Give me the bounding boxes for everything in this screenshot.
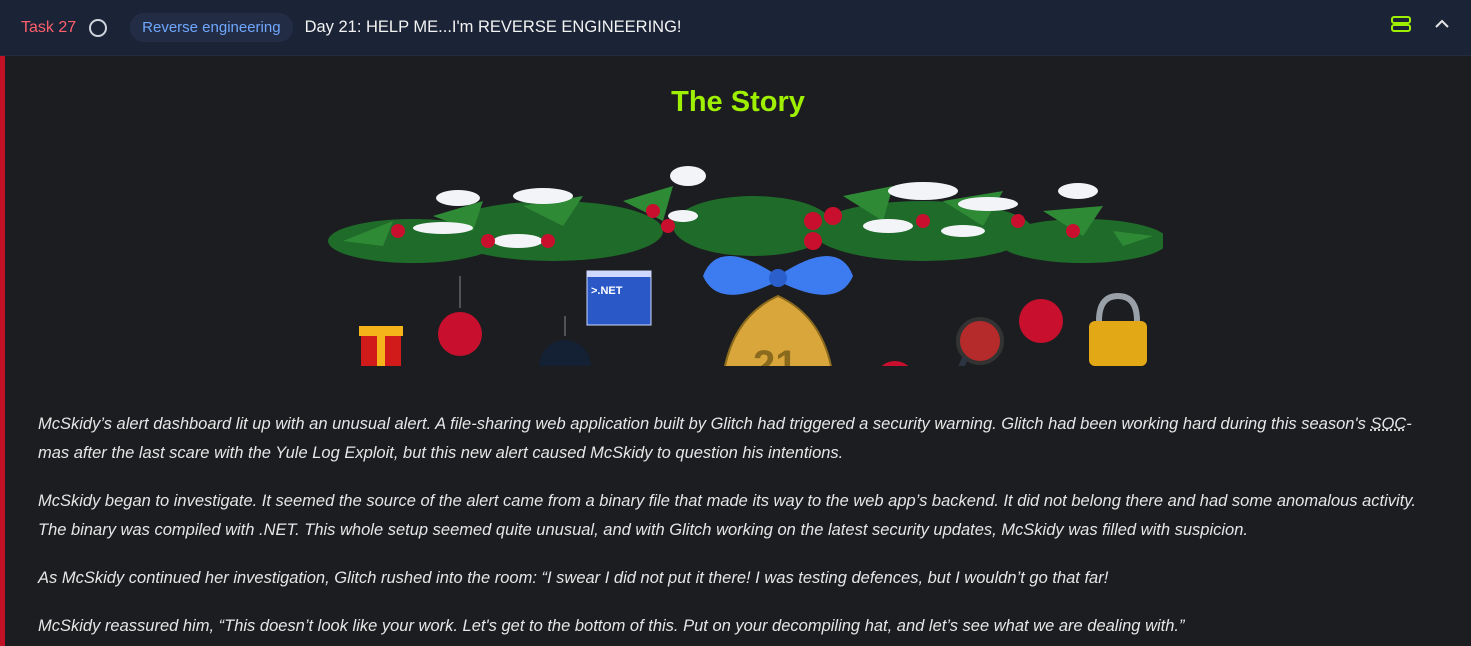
server-icon[interactable] [1391,16,1411,32]
soc-abbreviation[interactable]: SOC [1370,415,1406,433]
story-paragraph-4: McSkidy reassured him, “This doesn’t loo… [38,617,1185,635]
task-number: Task 27 [21,18,77,36]
story-title: The Story [671,86,805,118]
chevron-up-icon[interactable] [1435,19,1449,29]
christmas-garland-image: >.NET 21 [328,166,1163,366]
story-paragraph-2: McSkidy began to investigate. It seemed … [38,492,1416,539]
completion-circle-icon [89,18,108,37]
story-paragraph-3: As McSkidy continued her investigation, … [38,569,1109,587]
story-paragraph-1: McSkidy’s alert dashboard lit up with an… [38,415,1412,462]
category-tag[interactable]: Reverse engineering [130,13,293,42]
task-content: The Story >.NET 21 McSkidy’s alert dashb… [5,56,1471,646]
task-title[interactable]: Day 21: HELP ME...I'm REVERSE ENGINEERIN… [305,18,682,37]
bell-number: 21 [753,343,798,366]
task-header[interactable]: Task 27 Reverse engineering Day 21: HELP… [0,0,1471,56]
net-label: >.NET [591,285,623,297]
